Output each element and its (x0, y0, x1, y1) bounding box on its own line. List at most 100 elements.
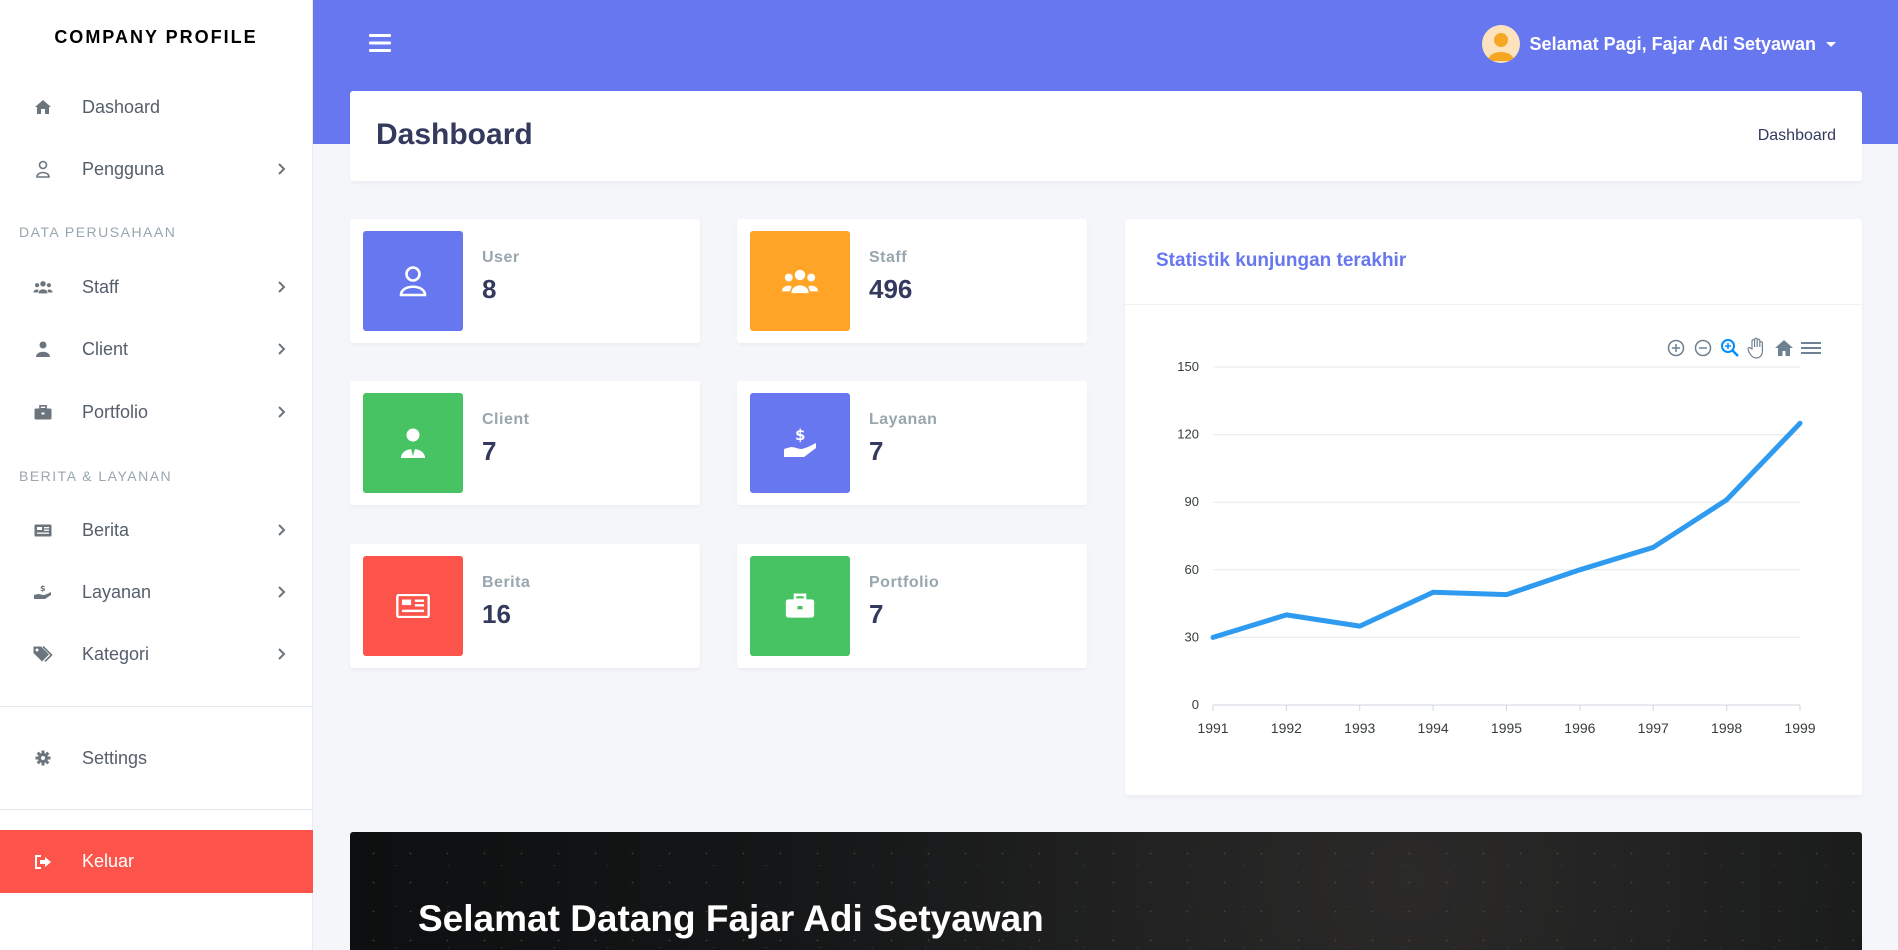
sidebar-item-portfolio[interactable]: Portfolio (0, 387, 313, 437)
x-tick-label: 1996 (1564, 720, 1595, 736)
svg-text:$: $ (40, 584, 46, 593)
stat-icon-box: $ (750, 393, 850, 493)
users-icon (781, 269, 819, 294)
hand-holding-icon: $ (33, 582, 53, 602)
line-chart: 0 30 60 90 120 150 1991 1992 1993 1994 1995 1996 199… (1177, 359, 1815, 736)
stat-value: 7 (869, 436, 884, 466)
chevron-right-icon (278, 281, 286, 293)
tags-icon (33, 644, 53, 664)
y-tick-label: 30 (1185, 629, 1199, 644)
briefcase-icon (785, 593, 815, 618)
sidebar-item-label: Client (82, 338, 129, 359)
breadcrumb[interactable]: Dashboard (1758, 127, 1836, 145)
welcome-banner: Selamat Datang Fajar Adi Setyawan (350, 832, 1862, 950)
stat-card-client: Client 7 (350, 381, 700, 505)
stat-card-staff: Staff 496 (737, 219, 1087, 343)
stat-icon-box (363, 231, 463, 331)
y-tick-label: 60 (1185, 562, 1199, 577)
gear-icon (33, 748, 53, 768)
x-tick-label: 1997 (1638, 720, 1669, 736)
chevron-right-icon (278, 524, 286, 536)
sidebar-item-label: Portfolio (82, 401, 149, 422)
stat-icon-box (750, 556, 850, 656)
stat-card-portfolio: Portfolio 7 (737, 544, 1087, 668)
stat-label: Portfolio (869, 574, 940, 591)
user-icon (33, 159, 53, 179)
stat-value: 8 (482, 274, 497, 304)
chevron-right-icon (278, 586, 286, 598)
user-tie-icon (401, 428, 425, 458)
page-title: Dashboard (376, 118, 533, 151)
hand-holding-dollar-icon: $ (784, 427, 816, 457)
x-tick-label: 1998 (1711, 720, 1742, 736)
newspaper-icon (33, 520, 53, 540)
series-line (1210, 420, 1803, 640)
sidebar-item-label: Dashoard (82, 96, 161, 117)
stat-label: Staff (869, 249, 908, 266)
x-tick-label: 1994 (1418, 720, 1449, 736)
sidebar-item-staff[interactable]: Staff (0, 262, 313, 312)
y-tick-label: 120 (1177, 427, 1199, 442)
sidebar-item-label: Berita (82, 519, 130, 540)
divider (0, 706, 313, 707)
y-tick-label: 0 (1192, 697, 1199, 712)
stat-icon-box (363, 393, 463, 493)
stat-label: Client (482, 411, 530, 428)
stat-card-layanan: $ Layanan 7 (737, 381, 1087, 505)
stat-value: 7 (869, 599, 884, 629)
user-icon (399, 266, 427, 297)
x-tick-label: 1992 (1271, 720, 1302, 736)
caret-down-icon (1826, 41, 1836, 47)
logout-icon (33, 852, 53, 872)
sidebar-item-dashboard[interactable]: Dashoard (0, 82, 313, 132)
sidebar-item-label: Staff (82, 276, 119, 297)
stat-card-user: User 8 (350, 219, 700, 343)
chart-card: Statistik kunjungan terakhir 0 30 60 90 120 1… (1125, 219, 1862, 795)
user-tie-icon (33, 339, 53, 359)
section-header-berita-layanan: BERITA & LAYANAN (19, 468, 173, 484)
stat-value: 7 (482, 436, 497, 466)
user-dropdown[interactable]: Selamat Pagi, Fajar Adi Setyawan (1481, 25, 1836, 63)
chevron-right-icon (278, 406, 286, 418)
sidebar: COMPANY PROFILE Dashoard Pengguna DATA P… (0, 0, 313, 950)
divider (0, 809, 313, 810)
logout-label: Keluar (82, 851, 135, 871)
sidebar-item-settings[interactable]: Settings (0, 733, 313, 783)
sidebar-item-label: Pengguna (82, 158, 165, 179)
chevron-right-icon (278, 648, 286, 660)
x-tick-label: 1999 (1784, 720, 1815, 736)
sidebar-item-berita[interactable]: Berita (0, 505, 313, 555)
sidebar-item-label: Settings (82, 747, 148, 768)
x-tick-label: 1993 (1344, 720, 1375, 736)
sidebar-item-layanan[interactable]: $ Layanan (0, 567, 313, 617)
sidebar-item-label: Kategori (82, 643, 150, 664)
section-header-data-perusahaan: DATA PERUSAHAAN (19, 224, 177, 240)
avatar (1481, 25, 1520, 63)
logout-button[interactable]: Keluar (0, 830, 313, 893)
svg-text:$: $ (795, 427, 805, 444)
brand-title: COMPANY PROFILE (54, 26, 258, 47)
stat-label: User (482, 249, 520, 266)
stat-label: Layanan (869, 411, 938, 428)
welcome-title: Selamat Datang Fajar Adi Setyawan (418, 898, 1044, 939)
y-tick-label: 90 (1185, 494, 1199, 509)
users-icon (33, 277, 53, 297)
briefcase-icon (33, 402, 53, 422)
page-header: Dashboard Dashboard (350, 91, 1862, 181)
sidebar-item-kategori[interactable]: Kategori (0, 629, 313, 679)
chevron-right-icon (278, 163, 286, 175)
stat-value: 496 (869, 274, 913, 304)
y-tick-label: 150 (1177, 359, 1199, 374)
chevron-right-icon (278, 343, 286, 355)
hamburger-menu-icon[interactable] (369, 32, 393, 54)
newspaper-icon (396, 594, 430, 618)
user-greeting: Selamat Pagi, Fajar Adi Setyawan (1529, 33, 1816, 54)
stat-icon-box (750, 231, 850, 331)
stat-card-berita: Berita 16 (350, 544, 700, 668)
stat-value: 16 (482, 599, 511, 629)
sidebar-item-label: Layanan (82, 581, 152, 602)
stat-icon-box (363, 556, 463, 656)
x-tick-label: 1991 (1197, 720, 1228, 736)
sidebar-item-pengguna[interactable]: Pengguna (0, 144, 313, 194)
sidebar-item-client[interactable]: Client (0, 324, 313, 374)
